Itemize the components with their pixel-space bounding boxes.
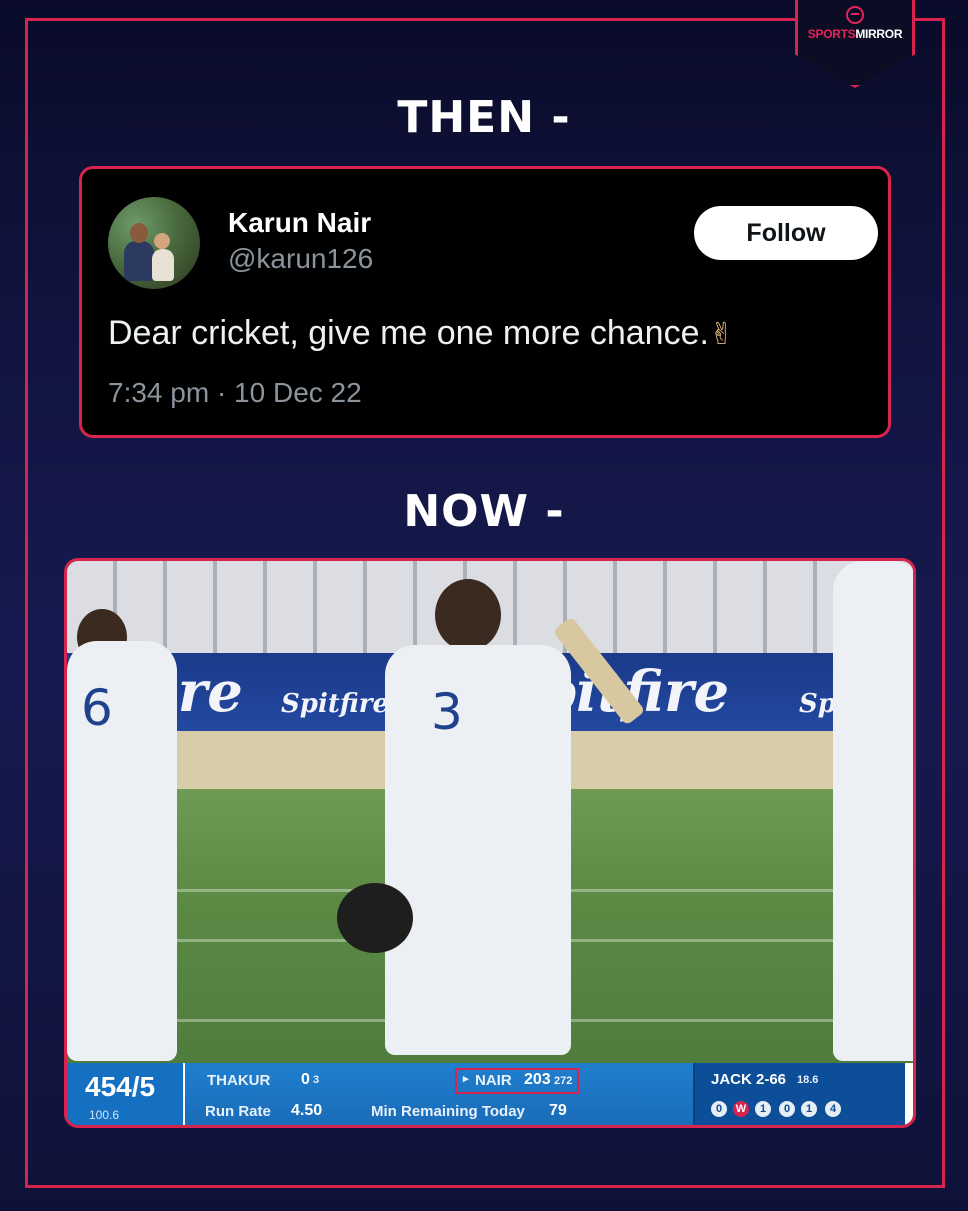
run-rate: 4.50 [291, 1102, 323, 1119]
scorecard-end [905, 1063, 913, 1125]
ball-4: 0 [779, 1101, 795, 1117]
then-heading: THEN - [397, 92, 571, 143]
tweet-card: Karun Nair @karun126 Follow Dear cricket… [79, 166, 891, 438]
crossed-fingers-icon: ✌ [708, 317, 735, 352]
shirt-number-6: 6 [81, 679, 113, 737]
now-heading: NOW - [403, 486, 565, 537]
ball-3: 1 [755, 1101, 771, 1117]
ball-2-wicket: W [733, 1101, 749, 1117]
player-centre [385, 645, 571, 1055]
brand-part2: MIRROR [855, 27, 903, 41]
match-photo: fire Spitfire pitfire Sp 6 3 454/5 100.6… [64, 558, 916, 1128]
min-remaining-label: Min Remaining Today [371, 1103, 525, 1120]
min-remaining: 79 [549, 1102, 567, 1119]
tweet-timestamp[interactable]: 7:34 pm · 10 Dec 22 [108, 377, 362, 409]
shirt-number-3: 3 [431, 683, 463, 741]
batter2-balls: 272 [554, 1075, 573, 1087]
on-strike-icon: ▸ [463, 1073, 469, 1085]
batter2-name: NAIR [475, 1072, 512, 1089]
tweet-text: Dear cricket, give me one more chance.✌ [108, 314, 734, 353]
team-total-panel: 454/5 100.6 [67, 1063, 185, 1125]
player-centre-head [435, 579, 501, 651]
overs: 100.6 [89, 1108, 120, 1122]
bowler-overs: 18.6 [797, 1074, 819, 1086]
ball-5: 1 [801, 1101, 817, 1117]
avatar[interactable] [108, 197, 200, 289]
ball-1: 0 [711, 1101, 727, 1117]
player-right [833, 561, 913, 1061]
hoarding-text-2: Spitfire [281, 689, 389, 719]
tweet-author-name[interactable]: Karun Nair [228, 207, 371, 239]
bowler: JACK 2-66 [711, 1071, 787, 1088]
hoarding-text-4: Sp [799, 689, 836, 719]
bowler-panel: JACK 2-66 18.6 0 W 1 0 1 4 [693, 1063, 907, 1125]
brand-part1: SPORTS [807, 27, 856, 41]
ball-6: 4 [825, 1101, 841, 1117]
batter1-runs: 0 [301, 1071, 310, 1088]
brand-icon [846, 6, 864, 24]
helmet [337, 883, 413, 953]
follow-button[interactable]: Follow [694, 206, 878, 260]
tweet-author-handle[interactable]: @karun126 [228, 243, 373, 275]
team-total: 454/5 [85, 1071, 156, 1102]
scorecard: 454/5 100.6 THAKUR 0 3 ▸ NAIR 203 272 Ru… [67, 1063, 913, 1125]
tweet-text-content: Dear cricket, give me one more chance. [108, 314, 709, 352]
brand-text: SPORTSMIRROR [798, 27, 912, 41]
batter2-runs: 203 [524, 1071, 551, 1088]
batter1-name: THAKUR [207, 1072, 271, 1089]
batter1-balls: 3 [313, 1074, 320, 1086]
run-rate-label: Run Rate [205, 1103, 271, 1120]
